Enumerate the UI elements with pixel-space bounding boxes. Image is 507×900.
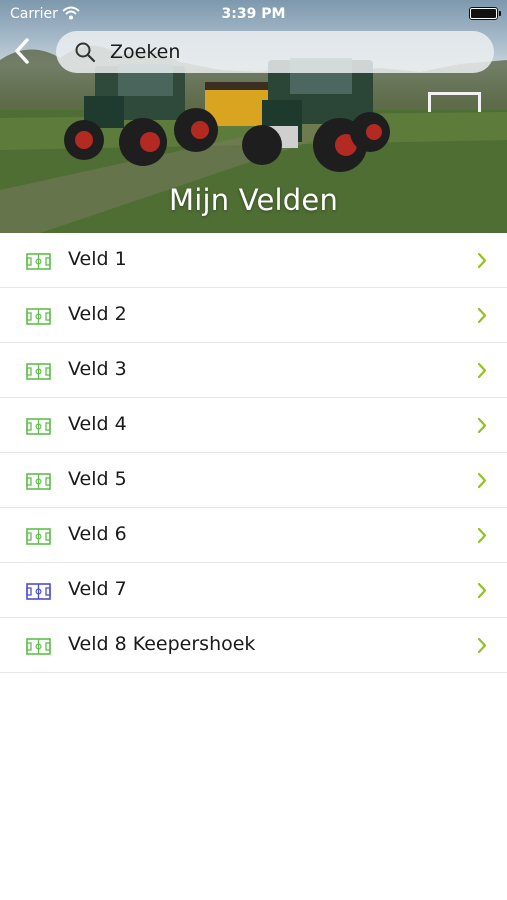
field-list: Veld 1 Veld 2 Veld 3 Veld 4 Veld 5 Veld 6 Veld… <box>0 233 507 673</box>
list-item[interactable]: Veld 5 <box>0 453 507 508</box>
list-item-label: Veld 8 Keepershoek <box>68 633 256 655</box>
list-item[interactable]: Veld 4 <box>0 398 507 453</box>
chevron-right-icon <box>477 527 487 544</box>
list-item[interactable]: Veld 1 <box>0 233 507 288</box>
battery-icon <box>469 7 501 20</box>
list-item-label: Veld 4 <box>68 413 127 435</box>
field-icon <box>26 253 51 270</box>
chevron-right-icon <box>477 637 487 654</box>
search-placeholder: Zoeken <box>110 41 181 63</box>
field-icon <box>26 308 51 325</box>
field-icon <box>26 583 51 600</box>
list-item-label: Veld 6 <box>68 523 127 545</box>
field-icon <box>26 528 51 545</box>
field-icon <box>26 418 51 435</box>
search-icon <box>75 42 96 63</box>
chevron-right-icon <box>477 307 487 324</box>
chevron-right-icon <box>477 417 487 434</box>
chevron-right-icon <box>477 362 487 379</box>
search-input[interactable]: Zoeken <box>56 31 494 73</box>
list-item[interactable]: Veld 2 <box>0 288 507 343</box>
chevron-left-icon <box>15 38 29 64</box>
list-item-label: Veld 3 <box>68 358 127 380</box>
clock: 3:39 PM <box>221 6 286 22</box>
list-item-label: Veld 7 <box>68 578 127 600</box>
field-icon <box>26 638 51 655</box>
field-icon <box>26 473 51 490</box>
page-title: Mijn Velden <box>168 183 339 217</box>
back-button[interactable] <box>10 36 36 66</box>
chevron-right-icon <box>477 472 487 489</box>
list-item-label: Veld 1 <box>68 248 127 270</box>
list-item[interactable]: Veld 7 <box>0 563 507 618</box>
list-item[interactable]: Veld 6 <box>0 508 507 563</box>
list-item[interactable]: Veld 8 Keepershoek <box>0 618 507 673</box>
list-item-label: Veld 2 <box>68 303 127 325</box>
status-bar: Carrier 3:39 PM <box>0 0 507 28</box>
chevron-right-icon <box>477 252 487 269</box>
list-item[interactable]: Veld 3 <box>0 343 507 398</box>
list-item-label: Veld 5 <box>68 468 127 490</box>
chevron-right-icon <box>477 582 487 599</box>
field-icon <box>26 363 51 380</box>
